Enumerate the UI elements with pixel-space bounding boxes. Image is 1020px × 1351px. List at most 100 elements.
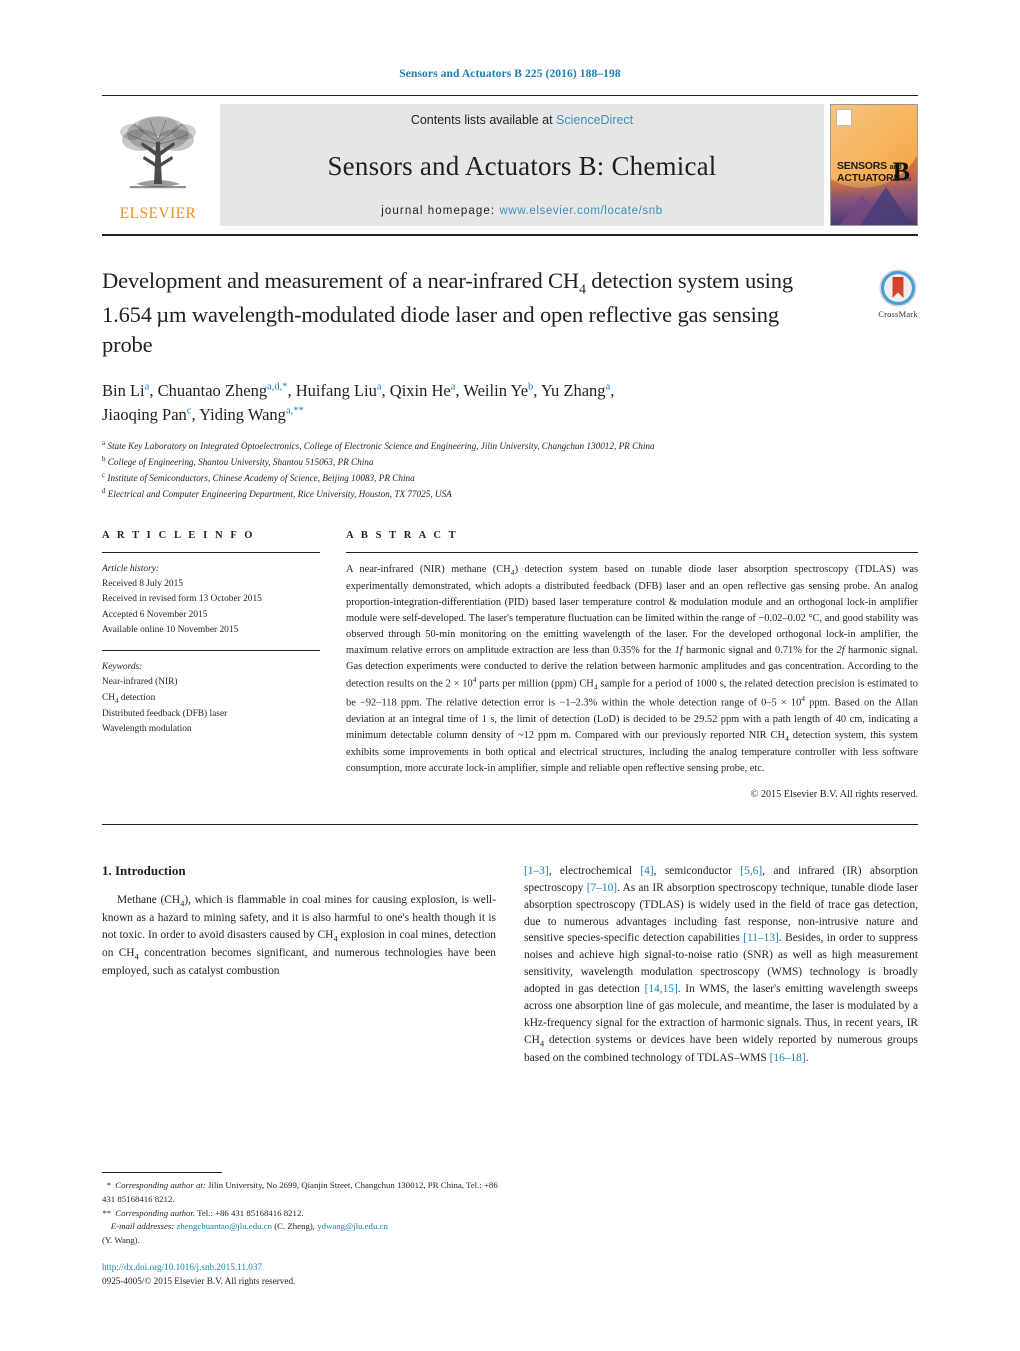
citation-link[interactable]: [4]	[640, 865, 653, 877]
history-item: Accepted 6 November 2015	[102, 609, 208, 620]
crossmark-badge[interactable]: CrossMark	[822, 266, 918, 359]
affiliation-item: d Electrical and Computer Engineering De…	[102, 486, 918, 502]
abstract-text: A near-infrared (NIR) methane (CH4) dete…	[346, 564, 919, 774]
affiliation-mark: d	[102, 487, 106, 496]
body-column-left: 1. Introduction Methane (CH4), which is …	[102, 863, 496, 1067]
article-first-page: Sensors and Actuators B 225 (2016) 188–1…	[0, 0, 1020, 1351]
info-abstract-section: A R T I C L E I N F O Article history: R…	[102, 530, 918, 800]
abstract-bottom-rule	[102, 823, 918, 825]
abstract-rule	[346, 552, 918, 553]
keyword-item: Near-infrared (NIR)	[102, 677, 178, 688]
author-name: Huifang Liu	[295, 381, 377, 401]
footnote-emails: E-mail addresses: zhengchuantao@jlu.edu.…	[102, 1220, 502, 1247]
sciencedirect-link[interactable]: ScienceDirect	[556, 113, 633, 127]
affiliation-mark: b	[102, 455, 106, 464]
body-columns: 1. Introduction Methane (CH4), which is …	[102, 863, 918, 1067]
introduction-heading: 1. Introduction	[102, 862, 186, 878]
citation-link[interactable]: [11–13]	[743, 932, 779, 944]
affiliation-mark: a	[102, 439, 106, 448]
affiliation-text: State Key Laboratory on Integrated Optoe…	[107, 441, 655, 452]
article-title: Development and measurement of a near-in…	[102, 268, 793, 357]
keywords-label: Keywords:	[102, 662, 143, 673]
elsevier-wordmark: ELSEVIER	[119, 205, 197, 222]
email-owner-1: (C. Zheng),	[274, 1221, 316, 1232]
email-link-2[interactable]: ydwang@jlu.edu.cn	[317, 1221, 388, 1231]
crossmark-label: CrossMark	[878, 309, 918, 319]
contents-prefix: Contents lists available at	[410, 113, 553, 127]
affiliation-item: b College of Engineering, Shantou Univer…	[102, 454, 918, 470]
citation-link[interactable]: [16–18]	[770, 1052, 806, 1064]
masthead-bottom-rule	[102, 234, 918, 236]
homepage-prefix: journal homepage:	[381, 205, 496, 217]
footnote-rule	[102, 1172, 222, 1174]
keyword-item: CH4 detection	[102, 692, 156, 705]
article-history-label: Article history:	[102, 564, 160, 574]
body-column-right: [1–3], electrochemical [4], semiconducto…	[524, 863, 918, 1067]
footnote-corresponding-1: * Corresponding author at: Jilin Univers…	[102, 1180, 498, 1204]
running-head: Sensors and Actuators B 225 (2016) 188–1…	[399, 68, 621, 80]
article-info-heading: A R T I C L E I N F O	[102, 530, 256, 541]
author-affil-mark: a	[144, 381, 150, 393]
introduction-paragraph-right: [1–3], electrochemical [4], semiconducto…	[524, 864, 918, 1064]
cover-elsevier-icon	[836, 109, 852, 126]
affiliation-text: Electrical and Computer Engineering Depa…	[107, 489, 452, 500]
elsevier-logo: ELSEVIER	[102, 104, 214, 226]
author-affil-mark: a	[450, 381, 456, 393]
author-affil-mark: a,**	[285, 405, 304, 417]
journal-masthead: ELSEVIER Contents lists available at Sci…	[102, 104, 918, 226]
citation-link[interactable]: [1–3]	[524, 865, 549, 877]
author-name: Yiding Wang	[199, 405, 286, 425]
citation-link[interactable]: [14,15]	[645, 983, 678, 995]
abstract-heading: A B S T R A C T	[346, 530, 459, 541]
citation-link[interactable]: [5,6]	[740, 865, 762, 877]
abstract-column: A B S T R A C T A near-infrared (NIR) me…	[346, 530, 918, 800]
article-info-rule	[102, 552, 320, 553]
header-rule	[102, 95, 918, 96]
author-affil-mark: a	[605, 381, 611, 393]
email-owner-2: (Y. Wang).	[102, 1234, 140, 1245]
author-name: Jiaoqing Pan	[102, 405, 187, 425]
footnotes-block: * Corresponding author at: Jilin Univers…	[102, 1172, 502, 1289]
issn-copyright-line: 0925-4005/© 2015 Elsevier B.V. All right…	[102, 1276, 296, 1287]
journal-cover-thumbnail: SENSORS and ACTUATORS B Chemical	[830, 104, 918, 226]
crossmark-icon	[879, 269, 917, 307]
author-affil-mark: b	[528, 381, 534, 393]
author-list: Bin Lia, Chuantao Zhenga,d,*, Huifang Li…	[102, 381, 615, 425]
author-affil-mark: a,d,*	[267, 381, 288, 393]
cover-line-1: SENSORS	[837, 160, 887, 173]
history-item: Available online 10 November 2015	[102, 624, 239, 635]
journal-homepage-line: journal homepage: www.elsevier.com/locat…	[381, 205, 662, 217]
author-name: Weilin Ye	[463, 381, 529, 401]
affiliation-item: c Institute of Semiconductors, Chinese A…	[102, 470, 918, 486]
email-link-1[interactable]: zhengchuantao@jlu.edu.cn	[176, 1221, 272, 1231]
author-name: Bin Li	[102, 381, 145, 401]
citation-link[interactable]: [7–10]	[587, 882, 617, 894]
affiliation-item: a State Key Laboratory on Integrated Opt…	[102, 438, 918, 454]
affiliation-mark: c	[102, 471, 106, 480]
keyword-item: Wavelength modulation	[102, 724, 192, 735]
author-affil-mark: c	[186, 405, 192, 417]
cover-triangle-2	[859, 187, 912, 225]
masthead-banner: Contents lists available at ScienceDirec…	[220, 104, 824, 226]
author-affil-mark: a	[376, 381, 382, 393]
contents-available-line: Contents lists available at ScienceDirec…	[411, 113, 633, 127]
affiliation-text: Institute of Semiconductors, Chinese Aca…	[107, 473, 415, 484]
cover-series-subtitle: Chemical	[890, 177, 911, 183]
author-name: Qixin He	[389, 381, 451, 401]
affiliation-list: a State Key Laboratory on Integrated Opt…	[102, 438, 918, 502]
abstract-copyright: © 2015 Elsevier B.V. All rights reserved…	[750, 788, 918, 800]
keyword-item: Distributed feedback (DFB) laser	[102, 708, 228, 719]
homepage-url-link[interactable]: www.elsevier.com/locate/snb	[500, 205, 663, 217]
title-block: Development and measurement of a near-in…	[102, 266, 918, 359]
journal-title: Sensors and Actuators B: Chemical	[327, 150, 717, 181]
email-label: E-mail addresses:	[110, 1221, 175, 1232]
history-item: Received 8 July 2015	[102, 579, 183, 590]
article-history-block: Article history: Received 8 July 2015 Re…	[102, 562, 320, 638]
elsevier-tree-icon	[120, 116, 196, 189]
introduction-paragraph-left: Methane (CH4), which is flammable in coa…	[102, 893, 497, 977]
article-info-column: A R T I C L E I N F O Article history: R…	[102, 530, 346, 800]
keywords-block: Keywords: Near-infrared (NIR) CH4 detect…	[102, 660, 320, 737]
keywords-rule	[102, 650, 320, 652]
author-name: Chuantao Zheng	[157, 381, 268, 401]
doi-link[interactable]: http://dx.doi.org/10.1016/j.snb.2015.11.…	[102, 1261, 502, 1275]
